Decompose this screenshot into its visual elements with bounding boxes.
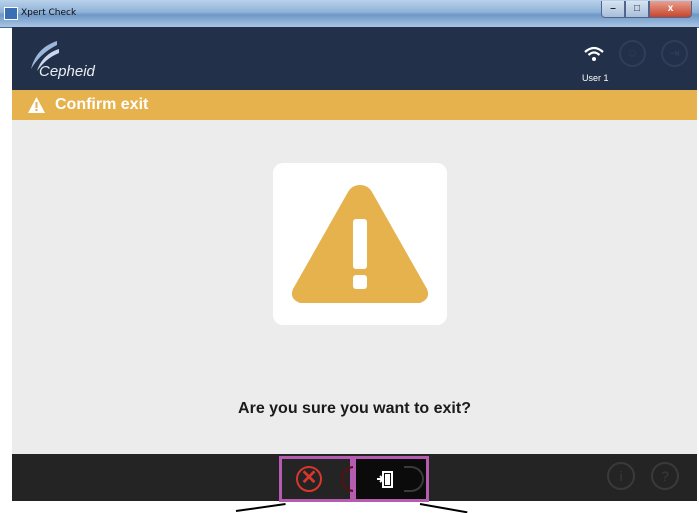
warning-icon [28, 97, 45, 113]
warning-triangle-icon [291, 185, 429, 303]
confirm-exit-banner: Confirm exit [12, 90, 697, 120]
close-icon: ✕ [296, 466, 322, 492]
exit-door-icon [377, 471, 393, 488]
dialog-body: Are you sure you want to exit? [12, 120, 697, 454]
window-controls: – □ x [601, 1, 692, 19]
minimize-button[interactable]: – [601, 1, 625, 18]
user-icon[interactable]: ☺ [619, 40, 646, 67]
callout-line-right [419, 503, 468, 513]
logo-text: Cepheid [39, 63, 95, 80]
callout-line-left [235, 503, 286, 512]
window-title: Xpert Check [21, 8, 77, 18]
app-window: Xpert Check – □ x Cepheid User 1 ☺ ⇥ Con… [0, 0, 699, 513]
info-icon[interactable]: i [607, 462, 635, 490]
cancel-button[interactable]: ✕ [279, 456, 361, 502]
button-outline [404, 466, 424, 492]
maximize-button[interactable]: □ [625, 1, 649, 18]
app-icon [4, 7, 18, 20]
help-icon[interactable]: ? [651, 462, 679, 490]
app-header: Cepheid User 1 ☺ ⇥ [12, 27, 697, 90]
close-button[interactable]: x [649, 1, 692, 18]
wifi-icon [584, 46, 604, 61]
banner-title: Confirm exit [55, 96, 149, 113]
alert-card [273, 163, 447, 325]
window-titlebar[interactable]: Xpert Check – □ x [0, 0, 699, 28]
exit-icon[interactable]: ⇥ [661, 40, 688, 67]
confirm-question: Are you sure you want to exit? [238, 400, 471, 417]
confirm-exit-button[interactable] [353, 456, 429, 502]
user-label: User 1 [582, 73, 609, 83]
